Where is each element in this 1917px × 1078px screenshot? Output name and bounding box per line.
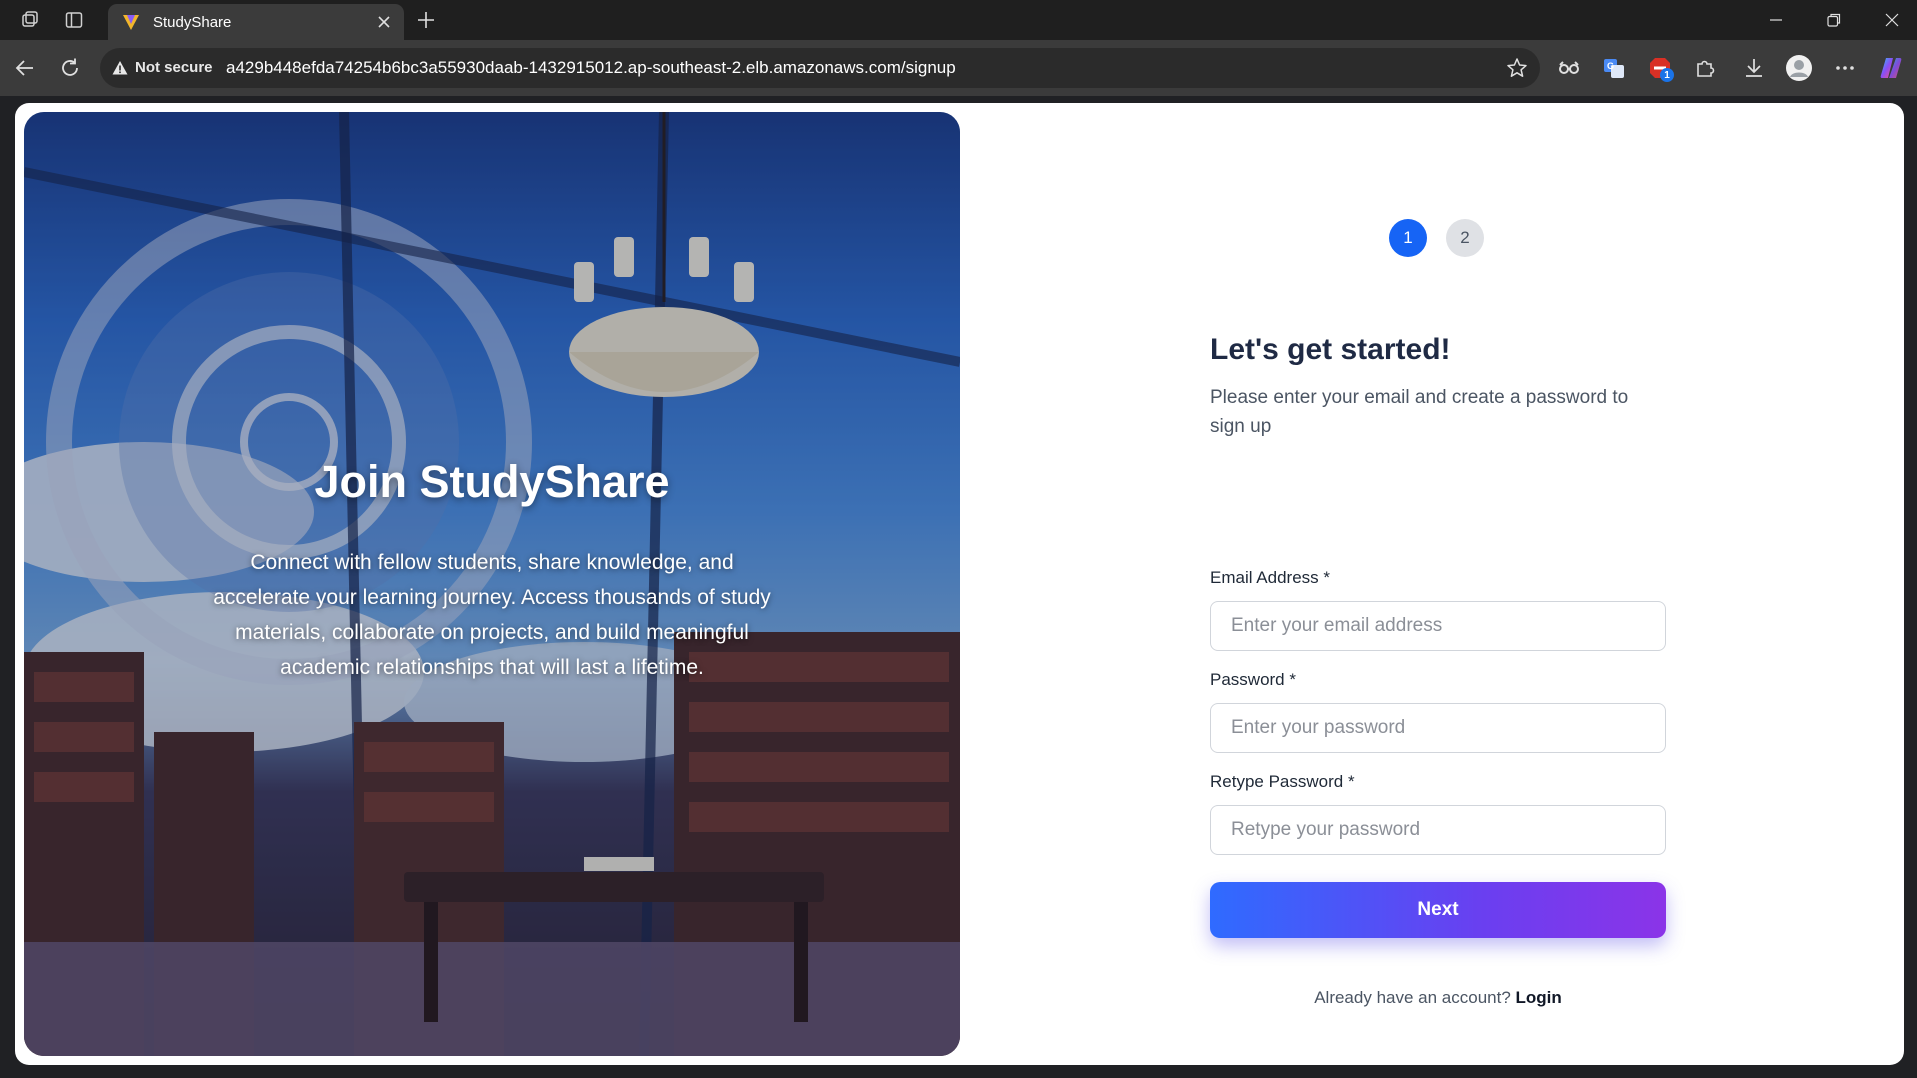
form-heading: Let's get started! <box>1210 333 1451 366</box>
tab-title: StudyShare <box>153 14 232 31</box>
back-icon[interactable] <box>11 54 39 82</box>
profile-avatar-icon[interactable] <box>1785 54 1813 82</box>
next-button[interactable]: Next <box>1210 882 1666 938</box>
password-field[interactable] <box>1210 703 1666 753</box>
signup-page: Join StudyShare Connect with fellow stud… <box>15 103 1904 1065</box>
signup-form: Let's get started! Please enter your ema… <box>1210 333 1666 1007</box>
downloads-icon[interactable] <box>1740 54 1768 82</box>
close-window-icon[interactable] <box>1872 6 1912 34</box>
retype-password-field[interactable] <box>1210 805 1666 855</box>
login-prompt-line: Already have an account? Login <box>1210 988 1666 1008</box>
url-text[interactable]: a429b448efda74254b6bc3a55930daab-1432915… <box>226 58 956 78</box>
new-tab-icon[interactable] <box>414 8 438 32</box>
hero-description: Connect with fellow students, share know… <box>213 551 771 679</box>
browser-tab-bar: StudyShare <box>0 0 1917 40</box>
translate-extension-icon[interactable]: G <box>1600 54 1628 82</box>
favorite-star-icon[interactable] <box>1506 57 1528 79</box>
email-label: Email Address * <box>1210 568 1330 587</box>
login-prompt-text: Already have an account? <box>1314 988 1511 1007</box>
step-2-indicator: 2 <box>1446 219 1484 257</box>
minimize-icon[interactable] <box>1756 6 1796 34</box>
hero-panel: Join StudyShare Connect with fellow stud… <box>24 112 960 1056</box>
warning-icon <box>112 60 128 76</box>
email-field[interactable] <box>1210 601 1666 651</box>
refresh-icon[interactable] <box>56 54 84 82</box>
form-subheading: Please enter your email and create a pas… <box>1210 387 1629 437</box>
copilot-icon[interactable] <box>1877 54 1905 82</box>
workspaces-icon[interactable] <box>18 8 42 32</box>
browser-toolbar: Not secure a429b448efda74254b6bc3a55930d… <box>0 40 1917 96</box>
extension-badge: 1 <box>1660 68 1674 82</box>
close-tab-icon[interactable] <box>374 12 394 32</box>
browser-tab-active[interactable]: StudyShare <box>108 4 404 40</box>
restore-icon[interactable] <box>1814 6 1854 34</box>
studyshare-favicon-icon <box>121 12 141 32</box>
hero-title: Join StudyShare <box>314 456 670 507</box>
vertical-tabs-icon[interactable] <box>62 8 86 32</box>
ad-blocker-extension-icon[interactable]: 1 <box>1646 54 1674 82</box>
reading-glasses-extension-icon[interactable] <box>1555 54 1583 82</box>
more-menu-icon[interactable] <box>1831 54 1859 82</box>
password-label: Password * <box>1210 670 1296 689</box>
step-1-indicator: 1 <box>1389 219 1427 257</box>
security-indicator[interactable]: Not secure <box>135 59 213 76</box>
address-bar[interactable]: Not secure a429b448efda74254b6bc3a55930d… <box>100 48 1540 88</box>
login-link[interactable]: Login <box>1516 988 1562 1007</box>
svg-text:G: G <box>1607 61 1614 71</box>
extensions-puzzle-icon[interactable] <box>1691 54 1719 82</box>
retype-password-label: Retype Password * <box>1210 772 1355 791</box>
